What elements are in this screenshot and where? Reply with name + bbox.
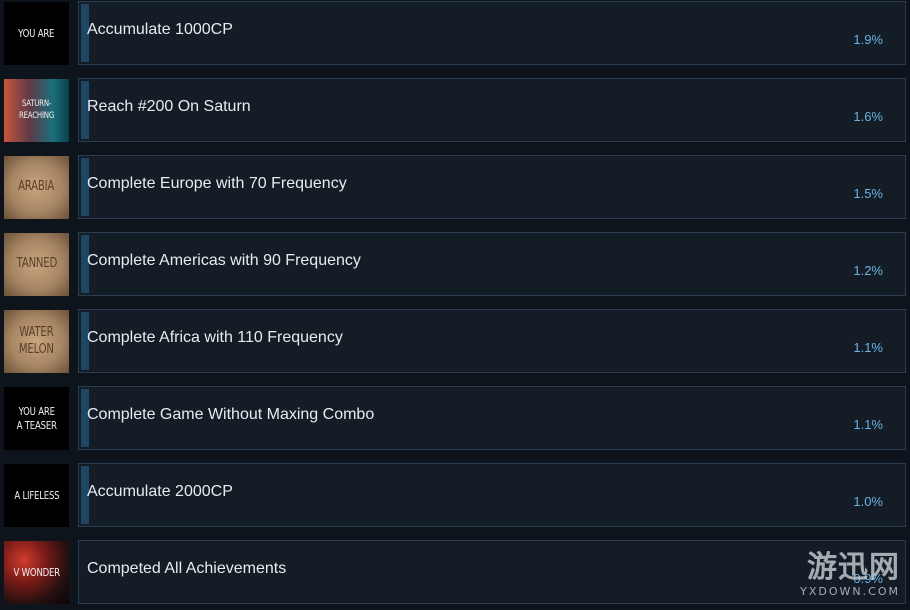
thumb-label: WATER MELON	[19, 325, 54, 357]
achievement-row[interactable]: A LIFELESS Accumulate 2000CP 1.0%	[0, 463, 910, 529]
achievement-title: Accumulate 1000CP	[87, 21, 233, 38]
thumb-label: TANNED	[16, 256, 57, 272]
arabia-icon: ARABIA	[4, 156, 69, 219]
tanned-icon: TANNED	[4, 233, 69, 296]
v-wonder-icon: V WONDER	[4, 541, 69, 604]
achievement-title: Complete Game Without Maxing Combo	[87, 406, 375, 423]
unlock-percent: 1.6%	[853, 109, 883, 124]
unlock-percent: 1.5%	[853, 186, 883, 201]
achievement-panel: Competed All Achievements 0.9%	[78, 540, 906, 604]
unlock-percent: 1.1%	[853, 340, 883, 355]
a-lifeless-icon: A LIFELESS	[4, 464, 69, 527]
thumb-label: YOU ARE A TEASER	[16, 404, 57, 432]
achievement-row[interactable]: V WONDER Competed All Achievements 0.9%	[0, 540, 910, 606]
unlock-percent: 0.9%	[853, 571, 883, 586]
you-are-a-teaser-icon: YOU ARE A TEASER	[4, 387, 69, 450]
achievement-row[interactable]: YOU ARE Accumulate 1000CP 1.9%	[0, 1, 910, 67]
thumb-label: ARABIA	[18, 179, 55, 195]
achievement-panel: Accumulate 1000CP 1.9%	[78, 1, 906, 65]
achievement-title: Reach #200 On Saturn	[87, 98, 251, 115]
achievement-row[interactable]: TANNED Complete Americas with 90 Frequen…	[0, 232, 910, 298]
unlock-percent: 1.2%	[853, 263, 883, 278]
achievement-row[interactable]: ARABIA Complete Europe with 70 Frequency…	[0, 155, 910, 221]
achievement-row[interactable]: SATURN-REACHING Reach #200 On Saturn 1.6…	[0, 78, 910, 144]
you-are-icon: YOU ARE	[4, 2, 69, 65]
thumb-label: V WONDER	[13, 565, 60, 579]
unlock-percent: 1.0%	[853, 494, 883, 509]
saturn-reaching-icon: SATURN-REACHING	[4, 79, 69, 142]
achievement-title: Accumulate 2000CP	[87, 483, 233, 500]
achievement-panel: Accumulate 2000CP 1.0%	[78, 463, 906, 527]
thumb-label: A LIFELESS	[13, 488, 60, 502]
achievement-title: Complete Europe with 70 Frequency	[87, 175, 347, 192]
thumb-label: YOU ARE	[18, 26, 55, 40]
thumb-label: SATURN-REACHING	[18, 99, 55, 121]
unlock-percent: 1.1%	[853, 417, 883, 432]
achievement-panel: Reach #200 On Saturn 1.6%	[78, 78, 906, 142]
water-melon-icon: WATER MELON	[4, 310, 69, 373]
achievement-panel: Complete Game Without Maxing Combo 1.1%	[78, 386, 906, 450]
achievement-panel: Complete Americas with 90 Frequency 1.2%	[78, 232, 906, 296]
achievement-panel: Complete Europe with 70 Frequency 1.5%	[78, 155, 906, 219]
unlock-percent: 1.9%	[853, 32, 883, 47]
achievement-row[interactable]: YOU ARE A TEASER Complete Game Without M…	[0, 386, 910, 452]
achievement-panel: Complete Africa with 110 Frequency 1.1%	[78, 309, 906, 373]
achievement-title: Competed All Achievements	[87, 560, 287, 577]
achievement-title: Complete Africa with 110 Frequency	[87, 329, 343, 346]
achievement-list: YOU ARE Accumulate 1000CP 1.9% SATURN-RE…	[0, 0, 910, 610]
achievement-row[interactable]: WATER MELON Complete Africa with 110 Fre…	[0, 309, 910, 375]
achievement-title: Complete Americas with 90 Frequency	[87, 252, 361, 269]
